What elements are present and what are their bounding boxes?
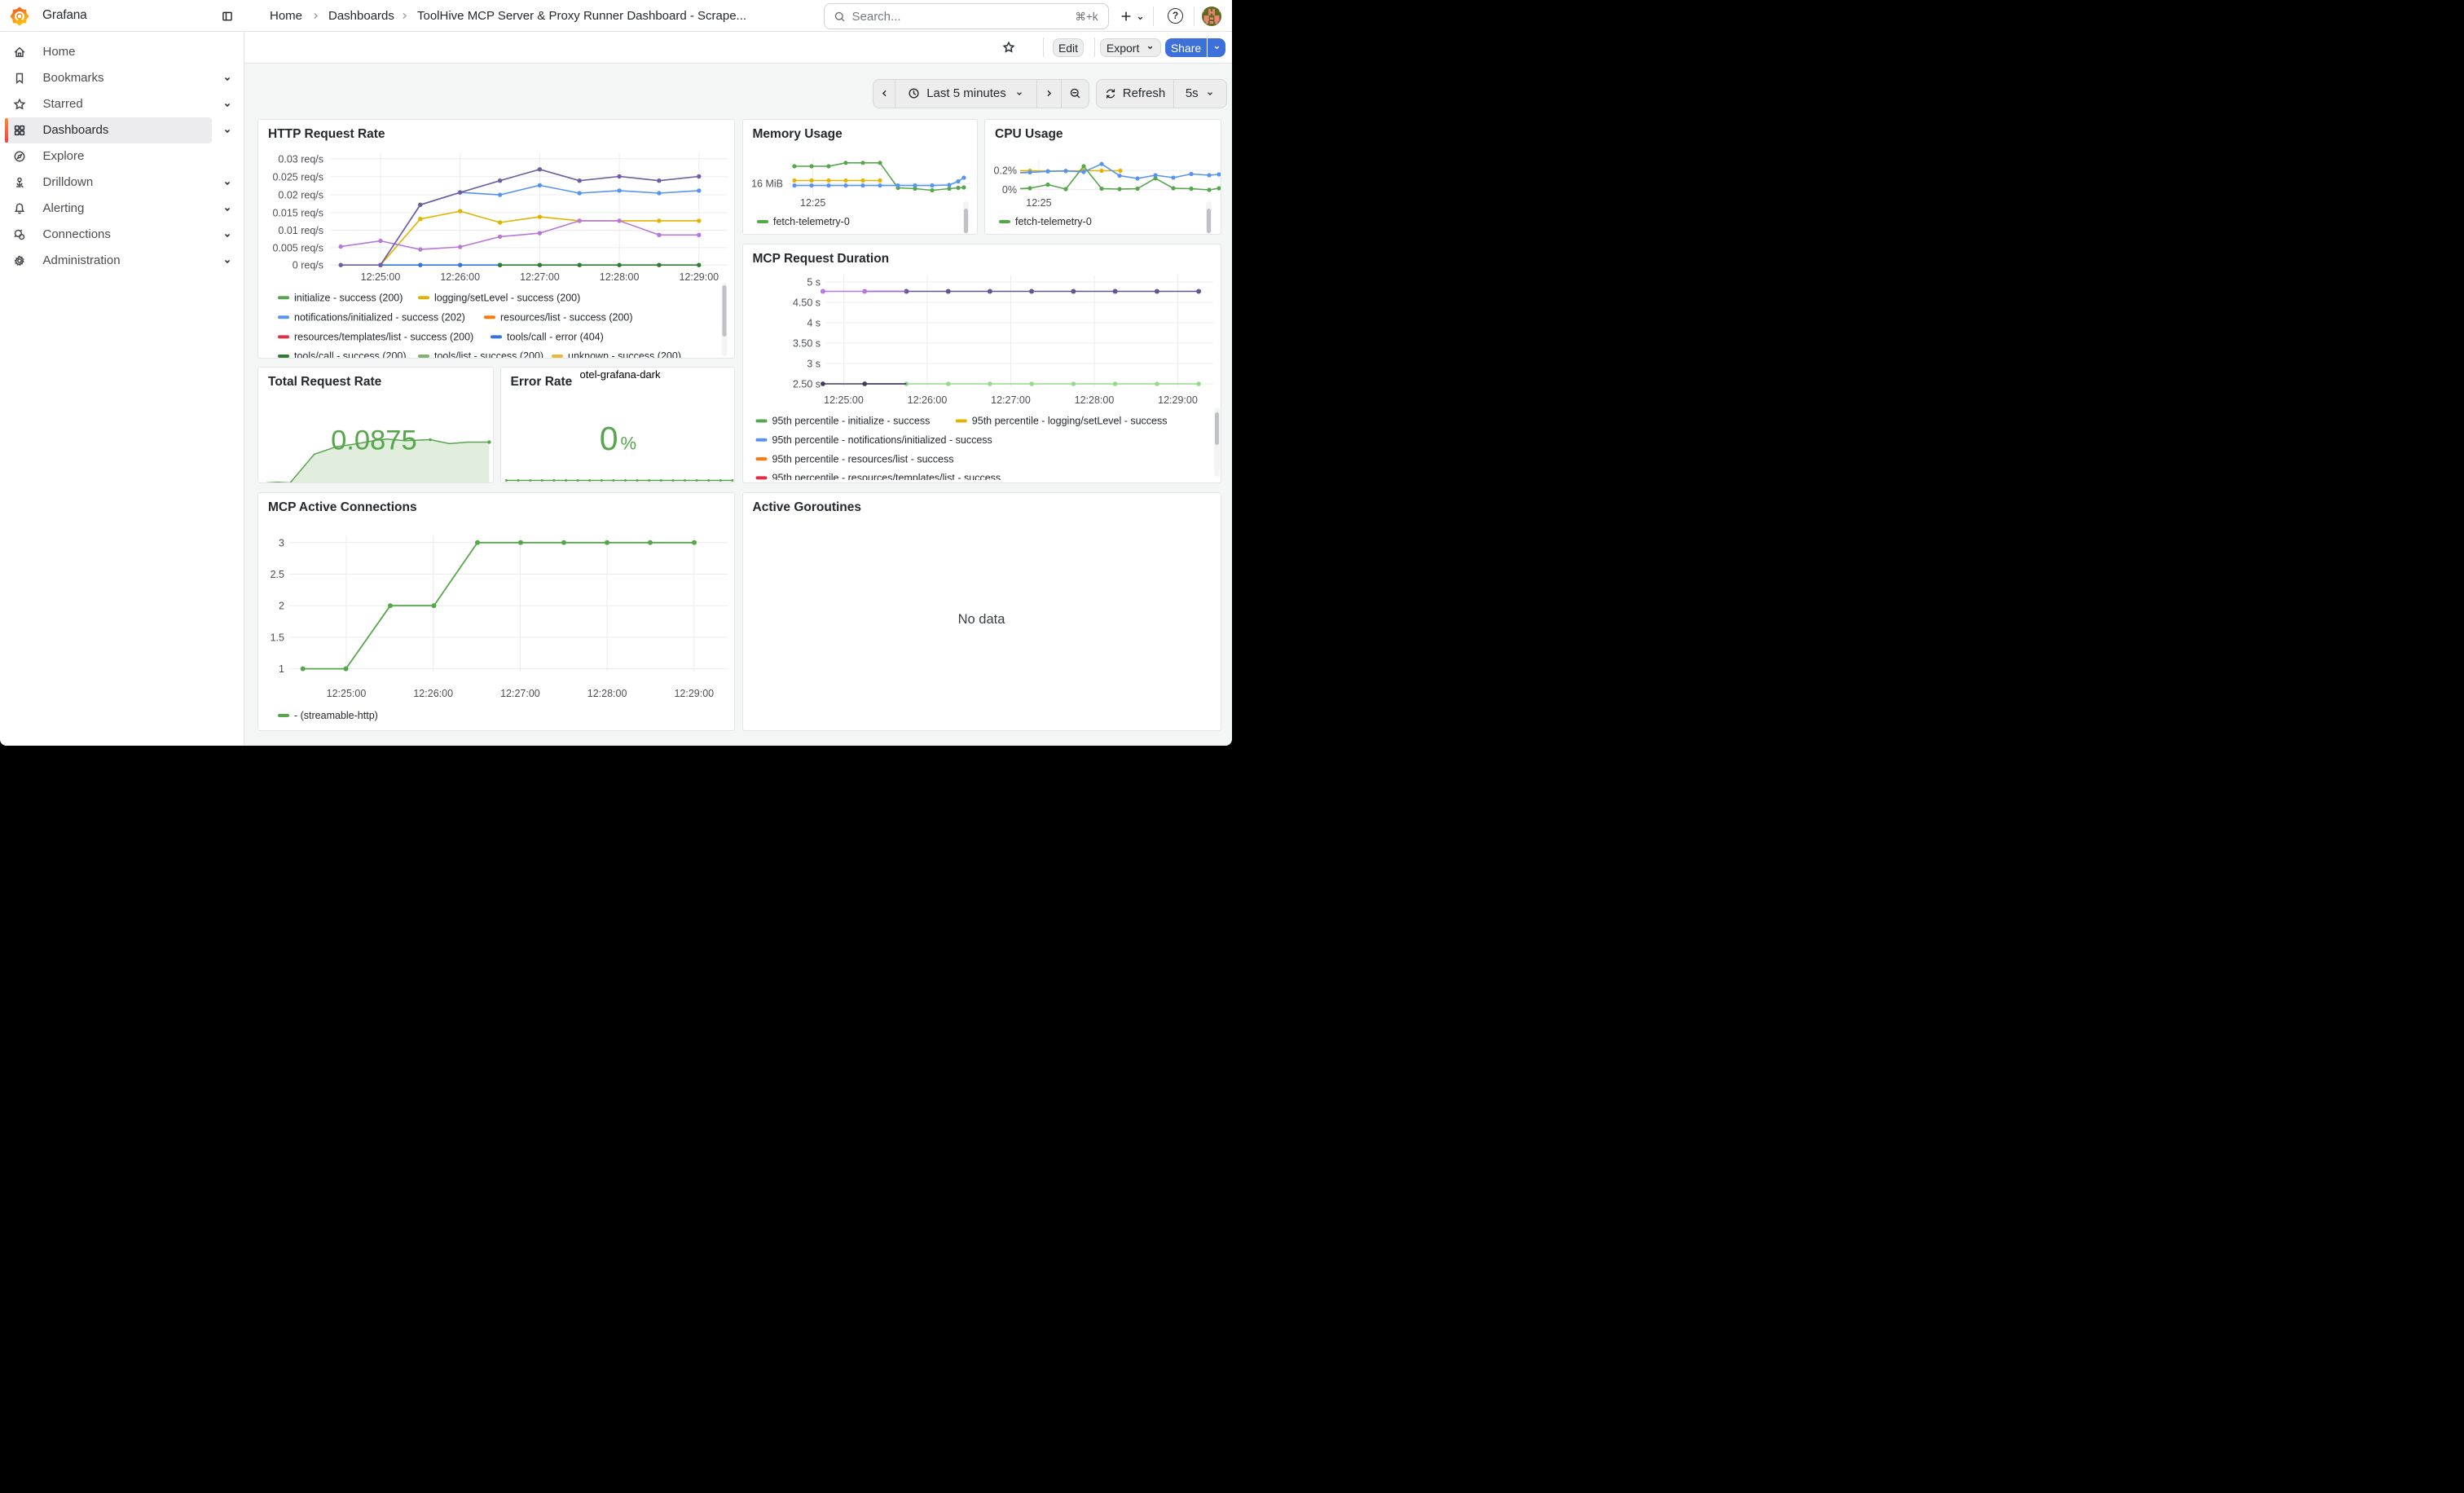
svg-text:12:27:00: 12:27:00 bbox=[500, 688, 540, 699]
svg-text:tools/list - success (200): tools/list - success (200) bbox=[434, 350, 543, 359]
svg-text:12:25: 12:25 bbox=[800, 197, 825, 209]
svg-text:0.0875: 0.0875 bbox=[331, 425, 417, 456]
svg-text:4.50 s: 4.50 s bbox=[792, 297, 820, 308]
svg-text:%: % bbox=[620, 433, 636, 453]
svg-text:12:29:00: 12:29:00 bbox=[674, 688, 714, 699]
svg-text:3: 3 bbox=[279, 537, 284, 548]
svg-text:12:27:00: 12:27:00 bbox=[991, 394, 1031, 406]
svg-text:tools/call - error (404): tools/call - error (404) bbox=[507, 331, 604, 342]
svg-text:fetch-telemetry-0: fetch-telemetry-0 bbox=[773, 216, 850, 227]
svg-text:5 s: 5 s bbox=[807, 276, 821, 288]
svg-text:12:26:00: 12:26:00 bbox=[413, 688, 453, 699]
svg-text:0: 0 bbox=[599, 420, 618, 457]
svg-text:12:25:00: 12:25:00 bbox=[327, 688, 367, 699]
svg-text:12:25: 12:25 bbox=[1026, 197, 1051, 209]
svg-text:logging/setLevel - success (20: logging/setLevel - success (200) bbox=[434, 292, 580, 303]
svg-text:0.02 req/s: 0.02 req/s bbox=[278, 189, 323, 200]
svg-text:0.015 req/s: 0.015 req/s bbox=[272, 207, 323, 218]
svg-text:12:26:00: 12:26:00 bbox=[440, 271, 480, 283]
svg-text:95th percentile - resources/li: 95th percentile - resources/list - succe… bbox=[772, 453, 953, 465]
svg-text:12:25:00: 12:25:00 bbox=[361, 271, 401, 283]
svg-text:16 MiB: 16 MiB bbox=[751, 178, 783, 189]
svg-text:2.5: 2.5 bbox=[271, 569, 284, 580]
svg-text:12:27:00: 12:27:00 bbox=[520, 271, 560, 283]
svg-text:tools/call - success (200): tools/call - success (200) bbox=[294, 350, 407, 359]
svg-text:resources/templates/list - suc: resources/templates/list - success (200) bbox=[294, 331, 473, 342]
svg-text:95th percentile - resources/te: 95th percentile - resources/templates/li… bbox=[772, 472, 1001, 479]
svg-text:0.025 req/s: 0.025 req/s bbox=[272, 171, 323, 183]
svg-text:95th percentile - initialize -: 95th percentile - initialize - success bbox=[772, 415, 930, 426]
svg-text:4 s: 4 s bbox=[807, 317, 821, 328]
svg-text:3 s: 3 s bbox=[807, 358, 821, 369]
svg-text:12:28:00: 12:28:00 bbox=[587, 688, 627, 699]
svg-text:0%: 0% bbox=[1002, 184, 1017, 196]
svg-text:resources/list - success (200): resources/list - success (200) bbox=[500, 311, 633, 323]
svg-text:12:28:00: 12:28:00 bbox=[1074, 394, 1114, 406]
svg-text:12:29:00: 12:29:00 bbox=[679, 271, 719, 283]
svg-text:2: 2 bbox=[279, 600, 284, 611]
svg-text:95th percentile - notification: 95th percentile - notifications/initiali… bbox=[772, 434, 992, 446]
svg-text:0.2%: 0.2% bbox=[994, 165, 1018, 176]
svg-text:3.50 s: 3.50 s bbox=[792, 337, 820, 349]
svg-text:initialize - success (200): initialize - success (200) bbox=[294, 292, 403, 303]
svg-text:unknown - success (200): unknown - success (200) bbox=[568, 350, 681, 359]
svg-text:12:26:00: 12:26:00 bbox=[907, 394, 947, 406]
svg-text:0 req/s: 0 req/s bbox=[293, 259, 323, 271]
svg-text:fetch-telemetry-0: fetch-telemetry-0 bbox=[1015, 216, 1092, 227]
svg-text:- (streamable-http): - (streamable-http) bbox=[294, 710, 378, 721]
svg-text:0.03 req/s: 0.03 req/s bbox=[278, 153, 323, 165]
svg-text:1: 1 bbox=[279, 663, 284, 675]
svg-text:95th percentile - logging/setL: 95th percentile - logging/setLevel - suc… bbox=[971, 415, 1167, 426]
svg-text:0.01 req/s: 0.01 req/s bbox=[278, 225, 323, 236]
svg-text:12:29:00: 12:29:00 bbox=[1158, 394, 1198, 406]
svg-text:12:28:00: 12:28:00 bbox=[600, 271, 640, 283]
svg-text:0.005 req/s: 0.005 req/s bbox=[272, 242, 323, 253]
svg-text:12:25:00: 12:25:00 bbox=[824, 394, 864, 406]
svg-text:2.50 s: 2.50 s bbox=[792, 378, 820, 390]
svg-text:1.5: 1.5 bbox=[271, 632, 284, 643]
svg-text:notifications/initialized - su: notifications/initialized - success (202… bbox=[294, 311, 465, 323]
